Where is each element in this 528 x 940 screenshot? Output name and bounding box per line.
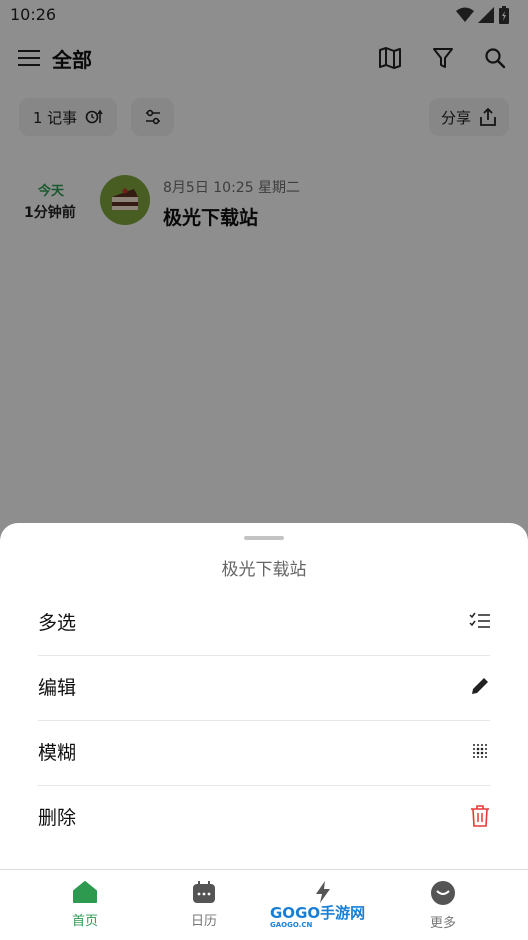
sheet-item-label: 删除 bbox=[38, 807, 77, 829]
home-icon bbox=[73, 881, 97, 903]
nav-item-home[interactable]: 首页 bbox=[45, 880, 125, 929]
sheet-item-label: 多选 bbox=[38, 612, 77, 634]
sheet-item-label: 模糊 bbox=[38, 742, 77, 764]
sheet-item-delete[interactable]: 删除 bbox=[0, 785, 528, 849]
sheet-item-blur[interactable]: 模糊 bbox=[0, 720, 528, 784]
trash-icon bbox=[468, 804, 492, 828]
sheet-item-multiselect[interactable]: 多选 bbox=[0, 590, 528, 654]
nav-item-calendar[interactable]: 日历 bbox=[164, 880, 244, 929]
watermark-logo: GOGO手游网 GAOGO.CN bbox=[270, 904, 366, 929]
nav-item-label: 更多 bbox=[429, 916, 456, 931]
sheet-item-edit[interactable]: 编辑 bbox=[0, 655, 528, 719]
nav-item-more[interactable]: 更多 bbox=[403, 880, 483, 931]
bolt-icon bbox=[316, 881, 330, 903]
sheet-title: 极光下载站 bbox=[221, 560, 307, 580]
checklist-icon bbox=[468, 609, 492, 633]
calendar-icon bbox=[193, 881, 215, 903]
sheet-drag-handle[interactable] bbox=[244, 536, 284, 540]
nav-item-label: 首页 bbox=[71, 914, 98, 929]
pencil-icon bbox=[468, 674, 492, 698]
nav-item-label: 日历 bbox=[190, 914, 217, 929]
blur-dots-icon bbox=[468, 739, 492, 763]
sheet-item-label: 编辑 bbox=[38, 677, 77, 699]
smile-icon bbox=[431, 881, 455, 905]
